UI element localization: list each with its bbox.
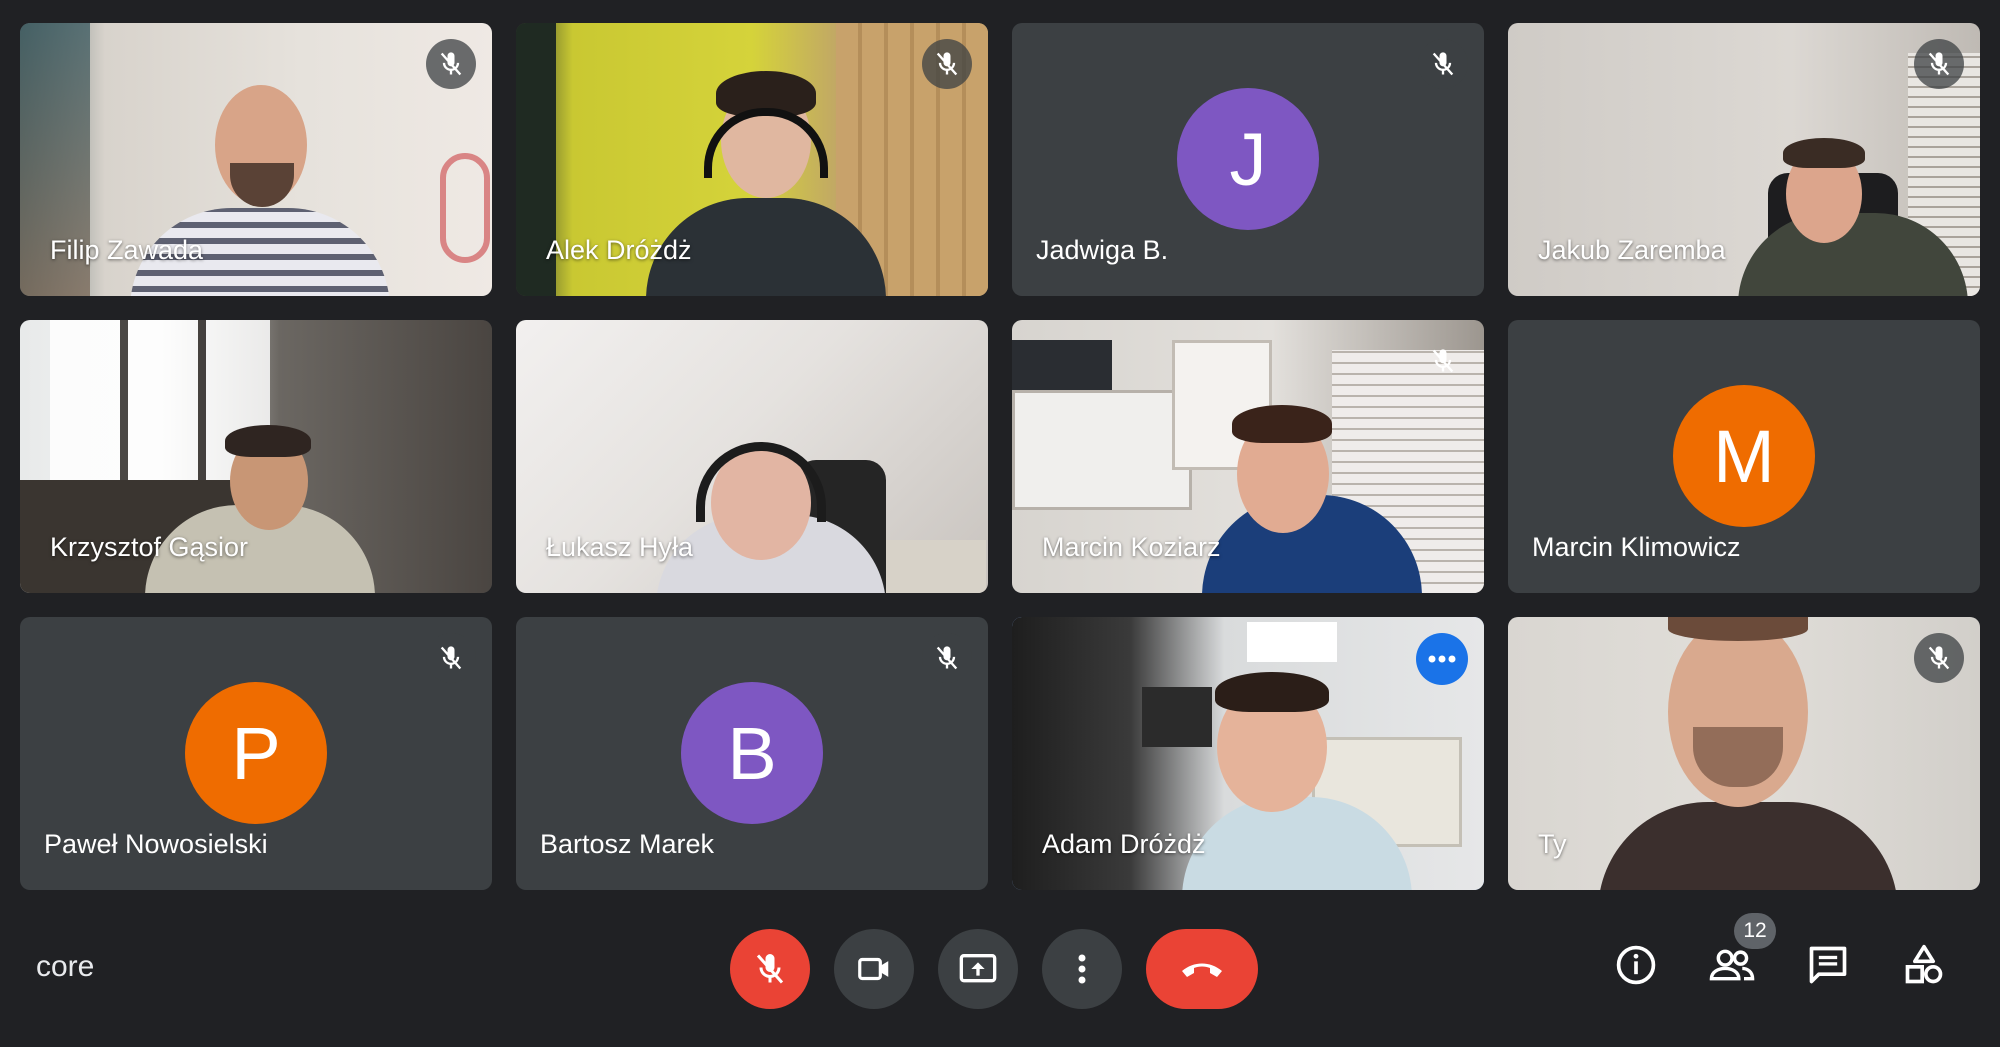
mic-off-icon [1432, 52, 1454, 76]
mic-off-icon [440, 52, 462, 76]
participant-name: Ty [1538, 829, 1567, 859]
mic-muted-indicator [1418, 39, 1468, 89]
participant-tile[interactable]: Krzysztof Gąsior [20, 320, 492, 593]
avatar: B [681, 682, 823, 824]
mic-muted-indicator [426, 633, 476, 683]
mic-muted-indicator [922, 633, 972, 683]
participant-name: Paweł Nowosielski [44, 829, 268, 859]
chat-icon [1809, 946, 1847, 984]
side-panel-controls [1612, 935, 1948, 995]
present-screen-button[interactable] [938, 929, 1018, 1009]
meeting-details-button[interactable] [1612, 935, 1660, 995]
mic-off-icon [756, 954, 784, 984]
participant-tile-self[interactable]: Ty [1508, 617, 1980, 890]
avatar-initial: J [1229, 117, 1267, 201]
participant-name: Alek Dróżdż [546, 235, 692, 265]
participant-name: Adam Dróżdż [1042, 829, 1206, 859]
chat-button[interactable] [1804, 935, 1852, 995]
participant-tile[interactable]: B Bartosz Marek [516, 617, 988, 890]
mic-off-icon [936, 52, 958, 76]
avatar: J [1177, 88, 1319, 230]
participant-tile[interactable]: Jakub Zaremba [1508, 23, 1980, 296]
participant-name: Bartosz Marek [540, 829, 715, 859]
participant-tile[interactable]: Marcin Koziarz [1012, 320, 1484, 593]
toggle-mic-button[interactable] [730, 929, 810, 1009]
mic-muted-indicator [426, 39, 476, 89]
avatar-initial: B [727, 711, 777, 795]
mic-muted-indicator [1914, 39, 1964, 89]
mic-off-icon [936, 646, 958, 670]
avatar-initial: M [1713, 414, 1775, 498]
toggle-camera-button[interactable] [834, 929, 914, 1009]
mic-muted-indicator [922, 39, 972, 89]
mic-muted-indicator [1914, 633, 1964, 683]
call-controls [730, 929, 1258, 1009]
mic-off-icon [1928, 646, 1950, 670]
mic-off-icon [1432, 349, 1454, 373]
participant-name: Jadwiga B. [1036, 235, 1169, 265]
meeting-name: core [36, 950, 95, 983]
info-icon [1616, 945, 1656, 985]
participant-tile[interactable]: P Paweł Nowosielski [20, 617, 492, 890]
mic-off-icon [440, 646, 462, 670]
people-icon [1709, 949, 1755, 981]
more-vert-icon [1078, 954, 1086, 984]
avatar-initial: P [231, 711, 281, 795]
participant-tile-active-speaker[interactable]: Adam Dróżdż [1012, 617, 1484, 890]
call-end-icon [1182, 963, 1222, 977]
leave-call-button[interactable] [1146, 929, 1258, 1009]
more-options-button[interactable] [1416, 633, 1468, 685]
mic-muted-indicator [1418, 336, 1468, 386]
participant-tile[interactable]: Łukasz Hyła [516, 320, 988, 593]
participant-name: Jakub Zaremba [1538, 235, 1726, 265]
participant-grid: Filip Zawada Alek Dróżdż J Jadwiga B. Ja… [20, 23, 1980, 890]
participant-name: Krzysztof Gąsior [50, 532, 249, 562]
activities-icon [1905, 944, 1943, 984]
video-feed [1508, 617, 1980, 890]
videocam-icon [858, 957, 889, 981]
participant-name: Marcin Klimowicz [1532, 532, 1741, 562]
mic-off-icon [1928, 52, 1950, 76]
participant-tile[interactable]: M Marcin Klimowicz [1508, 320, 1980, 593]
participant-name: Marcin Koziarz [1042, 532, 1221, 562]
participant-tile[interactable]: J Jadwiga B. [1012, 23, 1484, 296]
participant-tile[interactable]: Filip Zawada [20, 23, 492, 296]
activities-button[interactable] [1900, 935, 1948, 995]
avatar: P [185, 682, 327, 824]
present-screen-icon [959, 954, 997, 983]
participant-name: Filip Zawada [50, 235, 204, 265]
more-options-button[interactable] [1042, 929, 1122, 1009]
avatar: M [1673, 385, 1815, 527]
participant-tile[interactable]: Alek Dróżdż [516, 23, 988, 296]
participant-count-badge: 12 [1734, 913, 1776, 949]
more-horiz-icon [1428, 655, 1456, 663]
participant-name: Łukasz Hyła [546, 532, 694, 562]
